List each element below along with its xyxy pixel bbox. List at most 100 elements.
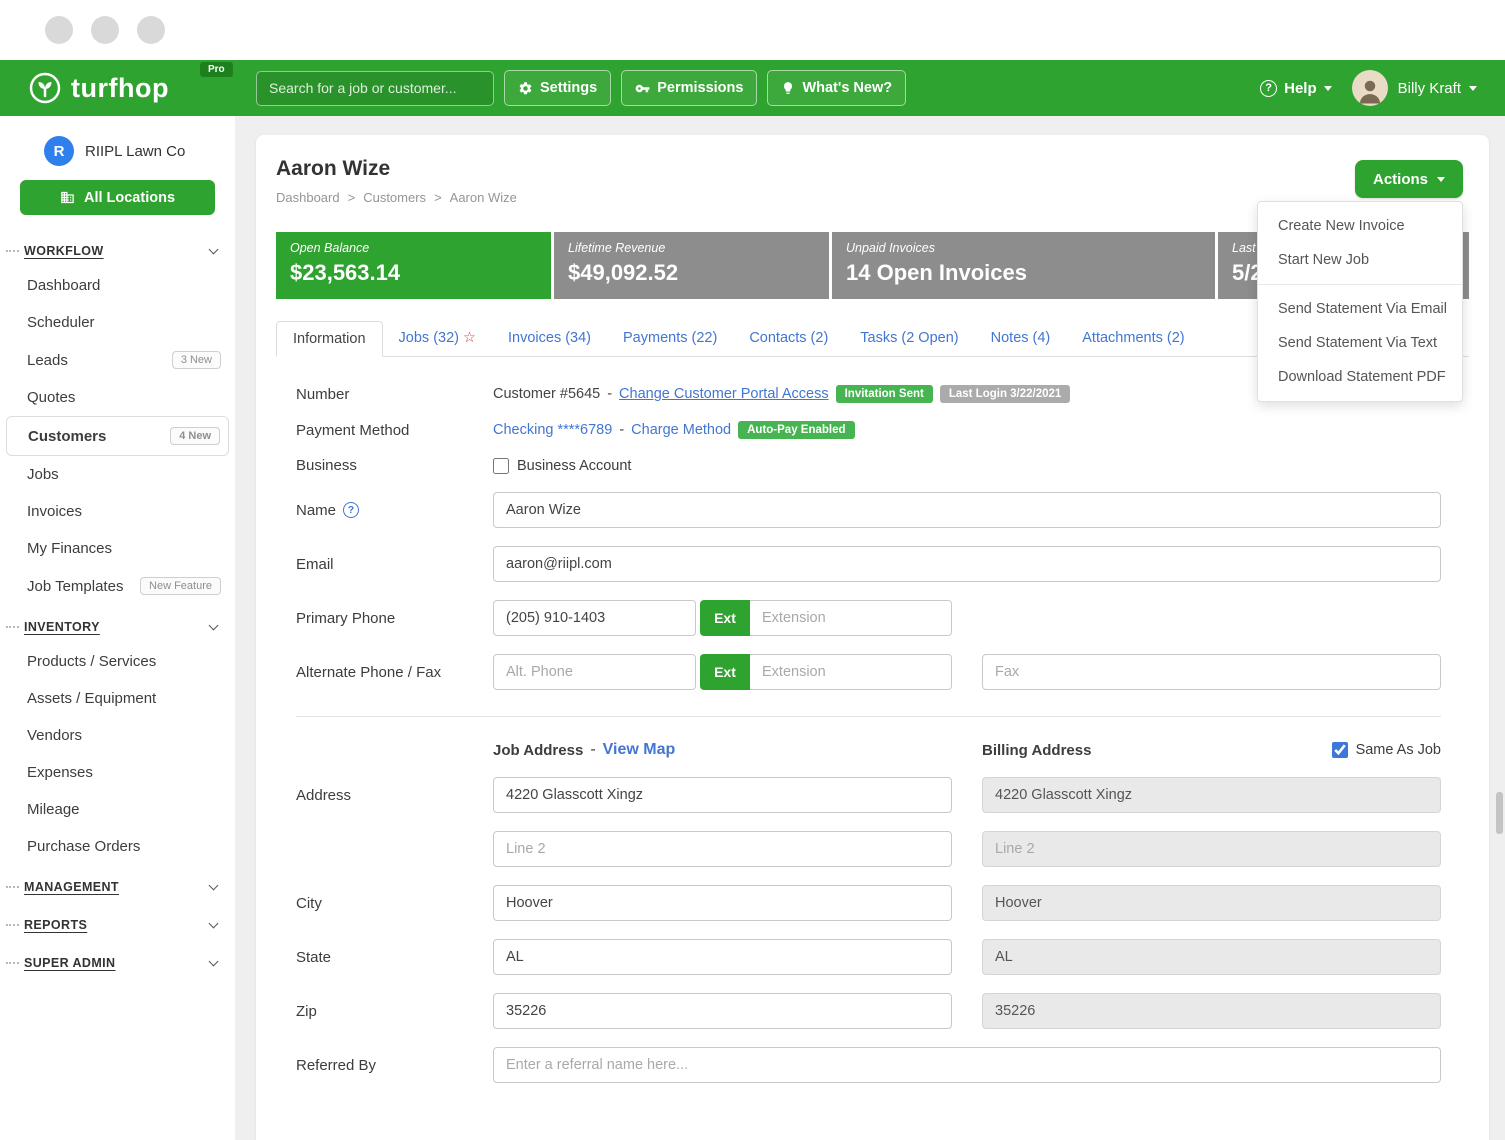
alternate-phone-extension-input[interactable] <box>750 654 952 690</box>
stat-value: 14 Open Invoices <box>846 260 1201 286</box>
sidebar-item-leads[interactable]: Leads3 New <box>0 341 235 379</box>
alternate-phone-input[interactable] <box>493 654 696 690</box>
tab-jobs[interactable]: Jobs (32)☆ <box>383 321 492 357</box>
email-input[interactable] <box>493 546 1441 582</box>
new-feature-badge: New Feature <box>140 577 221 595</box>
section-workflow-label: WORKFLOW <box>24 244 104 258</box>
business-account-checkbox-label: Business Account <box>517 458 631 474</box>
same-as-job-label: Same As Job <box>1356 742 1441 758</box>
last-login-badge: Last Login 3/22/2021 <box>940 385 1071 403</box>
permissions-button[interactable]: Permissions <box>621 70 757 106</box>
sidebar-item-vendors[interactable]: Vendors <box>0 717 235 754</box>
help-menu[interactable]: Help <box>1260 80 1332 97</box>
sidebar-item-invoices[interactable]: Invoices <box>0 493 235 530</box>
menu-item-send-statement-email[interactable]: Send Statement Via Email <box>1258 292 1462 326</box>
menu-item-create-new-invoice[interactable]: Create New Invoice <box>1258 209 1462 243</box>
actions-button[interactable]: Actions <box>1355 160 1463 198</box>
sidebar-item-job-templates[interactable]: Job TemplatesNew Feature <box>0 567 235 605</box>
window-dot <box>137 16 165 44</box>
user-menu[interactable]: Billy Kraft <box>1398 80 1477 97</box>
job-address-line2-input[interactable] <box>493 831 952 867</box>
tab-jobs-label: Jobs (32) <box>399 330 459 346</box>
same-as-job-checkbox[interactable] <box>1332 742 1348 758</box>
job-city-input[interactable] <box>493 885 952 921</box>
checking-account-link[interactable]: Checking ****6789 <box>493 422 612 438</box>
sidebar-item-jobs[interactable]: Jobs <box>0 456 235 493</box>
all-locations-button[interactable]: All Locations <box>20 180 215 215</box>
sidebar-item-quotes[interactable]: Quotes <box>0 379 235 416</box>
sidebar-item-purchase-orders[interactable]: Purchase Orders <box>0 828 235 865</box>
tab-notes[interactable]: Notes (4) <box>975 321 1067 357</box>
billing-address-line2-input <box>982 831 1441 867</box>
chevron-down-icon <box>209 957 219 967</box>
business-account-checkbox[interactable] <box>493 458 509 474</box>
referred-by-input[interactable] <box>493 1047 1441 1083</box>
billing-address-input <box>982 777 1441 813</box>
sidebar-item-label: Quotes <box>27 389 75 406</box>
sidebar-item-label: Vendors <box>27 727 82 744</box>
sidebar-item-mileage[interactable]: Mileage <box>0 791 235 828</box>
company-name: RIIPL Lawn Co <box>85 143 185 160</box>
tab-contacts[interactable]: Contacts (2) <box>733 321 844 357</box>
job-address-input[interactable] <box>493 777 952 813</box>
tab-attachments[interactable]: Attachments (2) <box>1066 321 1200 357</box>
customer-information-form: Number Customer #5645 - Change Customer … <box>276 385 1469 1083</box>
avatar[interactable] <box>1352 70 1388 106</box>
sidebar-item-products-services[interactable]: Products / Services <box>0 643 235 680</box>
referred-by-row: Referred By <box>296 1047 1469 1083</box>
star-icon: ☆ <box>463 330 476 346</box>
primary-phone-extension-input[interactable] <box>750 600 952 636</box>
menu-item-start-new-job[interactable]: Start New Job <box>1258 243 1462 277</box>
help-label: Help <box>1284 80 1317 97</box>
scrollbar-thumb[interactable] <box>1496 792 1503 834</box>
tab-invoices[interactable]: Invoices (34) <box>492 321 607 357</box>
billing-zip-input <box>982 993 1441 1029</box>
tab-information[interactable]: Information <box>276 321 383 357</box>
whats-new-button[interactable]: What's New? <box>767 70 906 106</box>
settings-button-label: Settings <box>540 80 597 96</box>
section-super-admin-label: SUPER ADMIN <box>24 956 115 970</box>
tab-payments[interactable]: Payments (22) <box>607 321 733 357</box>
fax-input[interactable] <box>982 654 1441 690</box>
sidebar-item-assets-equipment[interactable]: Assets / Equipment <box>0 680 235 717</box>
sidebar-item-expenses[interactable]: Expenses <box>0 754 235 791</box>
menu-divider <box>1258 284 1462 285</box>
question-circle-icon[interactable] <box>343 502 359 518</box>
section-management[interactable]: MANAGEMENT <box>0 865 235 903</box>
change-portal-access-link[interactable]: Change Customer Portal Access <box>619 386 829 402</box>
sidebar-item-my-finances[interactable]: My Finances <box>0 530 235 567</box>
address-row: Address <box>296 777 1469 813</box>
section-divider <box>296 716 1441 717</box>
section-dash-icon <box>6 886 19 888</box>
settings-button[interactable]: Settings <box>504 70 611 106</box>
breadcrumb-separator: > <box>348 190 356 205</box>
section-workflow[interactable]: WORKFLOW <box>0 229 235 267</box>
actions-button-label: Actions <box>1373 171 1428 188</box>
section-reports[interactable]: REPORTS <box>0 903 235 941</box>
sidebar-item-label: My Finances <box>27 540 112 557</box>
email-label: Email <box>296 556 493 573</box>
primary-phone-input[interactable] <box>493 600 696 636</box>
sidebar-item-customers[interactable]: Customers4 New <box>6 416 229 456</box>
global-search-input[interactable] <box>256 71 494 106</box>
breadcrumb-customers[interactable]: Customers <box>363 190 426 205</box>
ext-label: Ext <box>700 600 750 636</box>
sidebar-item-dashboard[interactable]: Dashboard <box>0 267 235 304</box>
sidebar-item-label: Scheduler <box>27 314 95 331</box>
view-map-link[interactable]: View Map <box>603 741 676 759</box>
section-super-admin[interactable]: SUPER ADMIN <box>0 941 235 979</box>
name-input[interactable] <box>493 492 1441 528</box>
section-inventory[interactable]: INVENTORY <box>0 605 235 643</box>
tab-tasks[interactable]: Tasks (2 Open) <box>844 321 974 357</box>
job-zip-input[interactable] <box>493 993 952 1029</box>
app-logo-text: turfhop <box>71 73 169 104</box>
charge-method-link[interactable]: Charge Method <box>631 422 731 438</box>
app-logo[interactable]: turfhop Pro <box>28 71 256 105</box>
menu-item-send-statement-text[interactable]: Send Statement Via Text <box>1258 326 1462 360</box>
menu-item-download-statement-pdf[interactable]: Download Statement PDF <box>1258 360 1462 394</box>
breadcrumb-dashboard[interactable]: Dashboard <box>276 190 340 205</box>
sidebar-item-scheduler[interactable]: Scheduler <box>0 304 235 341</box>
job-state-input[interactable] <box>493 939 952 975</box>
job-address-heading: Job Address <box>493 742 583 759</box>
stat-value: $49,092.52 <box>568 260 815 286</box>
